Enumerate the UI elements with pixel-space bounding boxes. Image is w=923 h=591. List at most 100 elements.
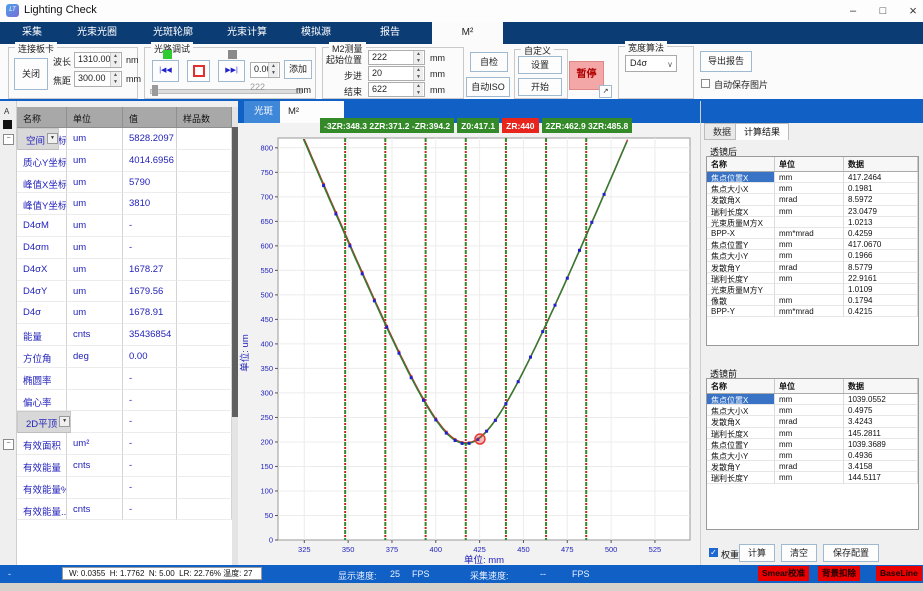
result-row[interactable]: 瑞利长度Xmm23.0479: [707, 206, 918, 217]
result-row[interactable]: 瑞利长度Ymm22.9161: [707, 273, 918, 284]
export-report-button[interactable]: 导出报告: [700, 51, 752, 72]
auto-iso-button[interactable]: 自动ISO: [466, 77, 510, 97]
table-row[interactable]: 椭圆率-: [17, 368, 232, 390]
close-connection-button[interactable]: 关闭: [14, 58, 48, 90]
table-row[interactable]: 有效能量%-: [17, 477, 232, 499]
clear-button[interactable]: 清空: [781, 544, 817, 562]
skip-back-icon[interactable]: |◀◀: [152, 60, 179, 82]
weight-label: 权重: [721, 548, 739, 561]
table-row[interactable]: 峰值X坐标um5790: [17, 172, 232, 194]
save-config-button[interactable]: 保存配置: [823, 544, 879, 562]
table-row[interactable]: 方位角deg0.00: [17, 346, 232, 368]
table-group-row[interactable]: 空间▼: [17, 128, 59, 150]
menu-item-6[interactable]: 报告: [380, 22, 400, 44]
wavelength-input[interactable]: 1310.00 ▲▼: [74, 52, 122, 68]
table-row[interactable]: 有效能量cnts-: [17, 455, 232, 477]
stop-icon[interactable]: [187, 60, 210, 82]
table-row[interactable]: 有效能量...cnts-: [17, 499, 232, 521]
table-group-row[interactable]: 2D平顶▼: [17, 411, 71, 433]
result-row[interactable]: 焦点大小Ymm0.1966: [707, 250, 918, 261]
m2-field-spinner-3[interactable]: ▲▼: [413, 83, 423, 96]
result-row[interactable]: 焦点大小Ymm0.4936: [707, 450, 918, 461]
focal-spinner[interactable]: ▲▼: [110, 72, 120, 86]
position-slider-track[interactable]: [150, 89, 302, 94]
table-row[interactable]: 能量cnts35436854: [17, 324, 232, 346]
tab-m2-active[interactable]: M²: [432, 22, 503, 44]
table-row[interactable]: 质心Y坐标um4014.6956: [17, 150, 232, 172]
m2-field-input-3[interactable]: 622▲▼: [368, 82, 425, 97]
result-row[interactable]: 瑞利长度Xmm145.2811: [707, 428, 918, 439]
m2-field-unit-3: mm: [430, 85, 445, 95]
menu-item-3[interactable]: 光斑轮廓: [153, 22, 193, 44]
collapse-icon[interactable]: −: [3, 439, 14, 450]
settings-button[interactable]: 设置: [518, 56, 562, 74]
result-row[interactable]: 瑞利长度Ymm144.5117: [707, 472, 918, 483]
position-slider-handle[interactable]: [152, 85, 158, 96]
self-test-button[interactable]: 自检: [470, 52, 508, 72]
filter-dropdown-icon[interactable]: ▼: [59, 416, 70, 427]
table-row[interactable]: 峰值Y坐标um3810: [17, 193, 232, 215]
width-algorithm-select[interactable]: D4σ ∨: [625, 55, 677, 72]
status-action-button-2[interactable]: 背景扣除: [818, 566, 860, 581]
capture-speed-label: 采集速度:: [470, 569, 509, 582]
collapse-icon[interactable]: −: [3, 134, 14, 145]
result-row[interactable]: 焦点位置Xmm1039.0552: [707, 394, 918, 405]
status-action-button-1[interactable]: Smear校准: [758, 566, 809, 581]
result-row[interactable]: 发散角Ymrad3.4158: [707, 461, 918, 472]
start-button[interactable]: 开始: [518, 78, 562, 96]
result-row[interactable]: 焦点位置Ymm417.0670: [707, 239, 918, 250]
add-position-button[interactable]: 添加: [284, 60, 312, 79]
table-row[interactable]: D4σYum1679.56: [17, 281, 232, 303]
sort-a-icon[interactable]: A: [4, 107, 9, 116]
m2-field-spinner-1[interactable]: ▲▼: [413, 51, 423, 64]
table-row[interactable]: D4σMum-: [17, 215, 232, 237]
result-row[interactable]: 焦点大小Xmm0.1981: [707, 183, 918, 194]
menu-item-1[interactable]: 采集: [22, 22, 42, 44]
maximize-icon[interactable]: □: [868, 0, 898, 22]
minimize-icon[interactable]: –: [838, 0, 868, 22]
popup-window-icon[interactable]: ↗: [599, 85, 612, 98]
weight-checkbox[interactable]: ✓: [709, 548, 718, 557]
result-row[interactable]: 光束质量M方Y1.0109: [707, 284, 918, 295]
result-row[interactable]: 发散角Xmrad8.5972: [707, 194, 918, 205]
result-row[interactable]: BPP-Xmm*mrad0.4259: [707, 228, 918, 239]
filter-dropdown-icon[interactable]: ▼: [47, 133, 58, 144]
table-row[interactable]: D4σmum-: [17, 237, 232, 259]
tab-spot[interactable]: 光斑: [244, 101, 283, 123]
table-row[interactable]: D4σXum1678.27: [17, 259, 232, 281]
status-action-button-3[interactable]: BaseLine: [876, 566, 922, 581]
result-unit: mm: [775, 405, 844, 416]
result-value: 0.4975: [844, 405, 918, 416]
result-row[interactable]: 像散mm0.1794: [707, 295, 918, 306]
table-row[interactable]: D4σum1678.91: [17, 302, 232, 324]
m2-field-spinner-2[interactable]: ▲▼: [413, 67, 423, 80]
chart-panel: 光斑 M² -3ZR:348.3 2ZR:371.2 -ZR:394.2Z0:4…: [238, 101, 700, 565]
black-square-icon[interactable]: [3, 120, 12, 129]
calculate-button[interactable]: 计算: [739, 544, 775, 562]
table-row[interactable]: 有效面积um²-: [17, 433, 232, 455]
tab-calc-result[interactable]: 计算结果: [735, 123, 789, 140]
result-row[interactable]: BPP-Ymm*mrad0.4215: [707, 306, 918, 317]
menu-item-4[interactable]: 光束计算: [227, 22, 267, 44]
fast-forward-icon[interactable]: ▶▶|: [218, 60, 245, 82]
result-row[interactable]: 光束质量M方X1.0213: [707, 217, 918, 228]
result-row[interactable]: 焦点位置Ymm1039.3689: [707, 439, 918, 450]
result-row[interactable]: 发散角Xmrad3.4243: [707, 416, 918, 427]
focal-input[interactable]: 300.00 ▲▼: [74, 71, 122, 87]
menu-item-5[interactable]: 模拟源: [301, 22, 331, 44]
m2-field-input-1[interactable]: 222▲▼: [368, 50, 425, 65]
m2-field-label-2: 步进: [344, 69, 362, 82]
offset-spinner[interactable]: ▲▼: [268, 63, 278, 77]
result-row[interactable]: 焦点大小Xmm0.4975: [707, 405, 918, 416]
close-icon[interactable]: ×: [898, 0, 923, 22]
table-row[interactable]: 偏心率-: [17, 390, 232, 412]
offset-input[interactable]: 0.00 ▲▼: [250, 62, 280, 78]
result-row[interactable]: 发散角Ymrad8.5779: [707, 262, 918, 273]
group-width-algorithm: 宽度算法: [618, 46, 694, 99]
menu-item-2[interactable]: 光束光圈: [77, 22, 117, 44]
m2-field-input-2[interactable]: 20▲▼: [368, 66, 425, 81]
wavelength-spinner[interactable]: ▲▼: [110, 53, 120, 67]
autosave-checkbox[interactable]: [701, 79, 710, 88]
result-row[interactable]: 焦点位置Xmm417.2464: [707, 172, 918, 183]
param-value: 1678.27: [123, 259, 177, 281]
